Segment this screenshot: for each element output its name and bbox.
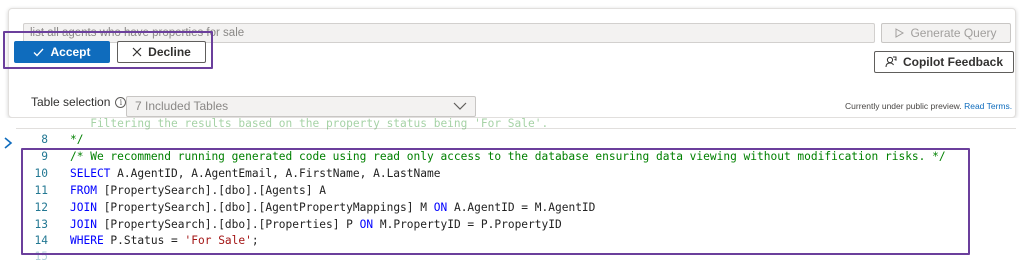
code-token: */ xyxy=(70,133,84,146)
generate-query-button[interactable]: Generate Query xyxy=(881,23,1011,43)
chevron-right-icon xyxy=(4,137,13,149)
accept-label: Accept xyxy=(50,45,91,59)
table-selection-label: Table selection i xyxy=(31,92,127,112)
read-terms-link[interactable]: Read Terms. xyxy=(964,101,1012,111)
preview-note-text: Currently under public preview. xyxy=(845,101,962,111)
generate-query-label: Generate Query xyxy=(910,26,997,40)
accept-button[interactable]: Accept xyxy=(14,41,110,63)
code-token: Filtering the results based on the prope… xyxy=(70,117,549,130)
decline-label: Decline xyxy=(148,45,191,59)
code-text: Filtering the results based on the prope… xyxy=(70,116,548,132)
close-icon xyxy=(132,47,142,57)
info-icon[interactable]: i xyxy=(115,96,127,108)
checkmark-icon xyxy=(34,48,44,56)
code-text: */ xyxy=(70,132,83,148)
generated-code-highlight xyxy=(21,148,970,255)
decline-button[interactable]: Decline xyxy=(117,41,206,63)
table-selection-value: 7 Included Tables xyxy=(135,99,229,113)
chevron-down-icon xyxy=(453,102,467,110)
person-feedback-icon xyxy=(885,56,897,68)
copilot-feedback-label: Copilot Feedback xyxy=(902,55,1003,69)
table-selection-text: Table selection xyxy=(31,95,111,109)
table-selection-dropdown[interactable]: 7 Included Tables xyxy=(126,96,476,117)
copilot-feedback-button[interactable]: Copilot Feedback xyxy=(874,51,1014,73)
play-outline-icon xyxy=(895,28,905,38)
line-number: 8 xyxy=(41,133,48,146)
preview-note: Currently under public preview. Read Ter… xyxy=(845,101,1012,111)
